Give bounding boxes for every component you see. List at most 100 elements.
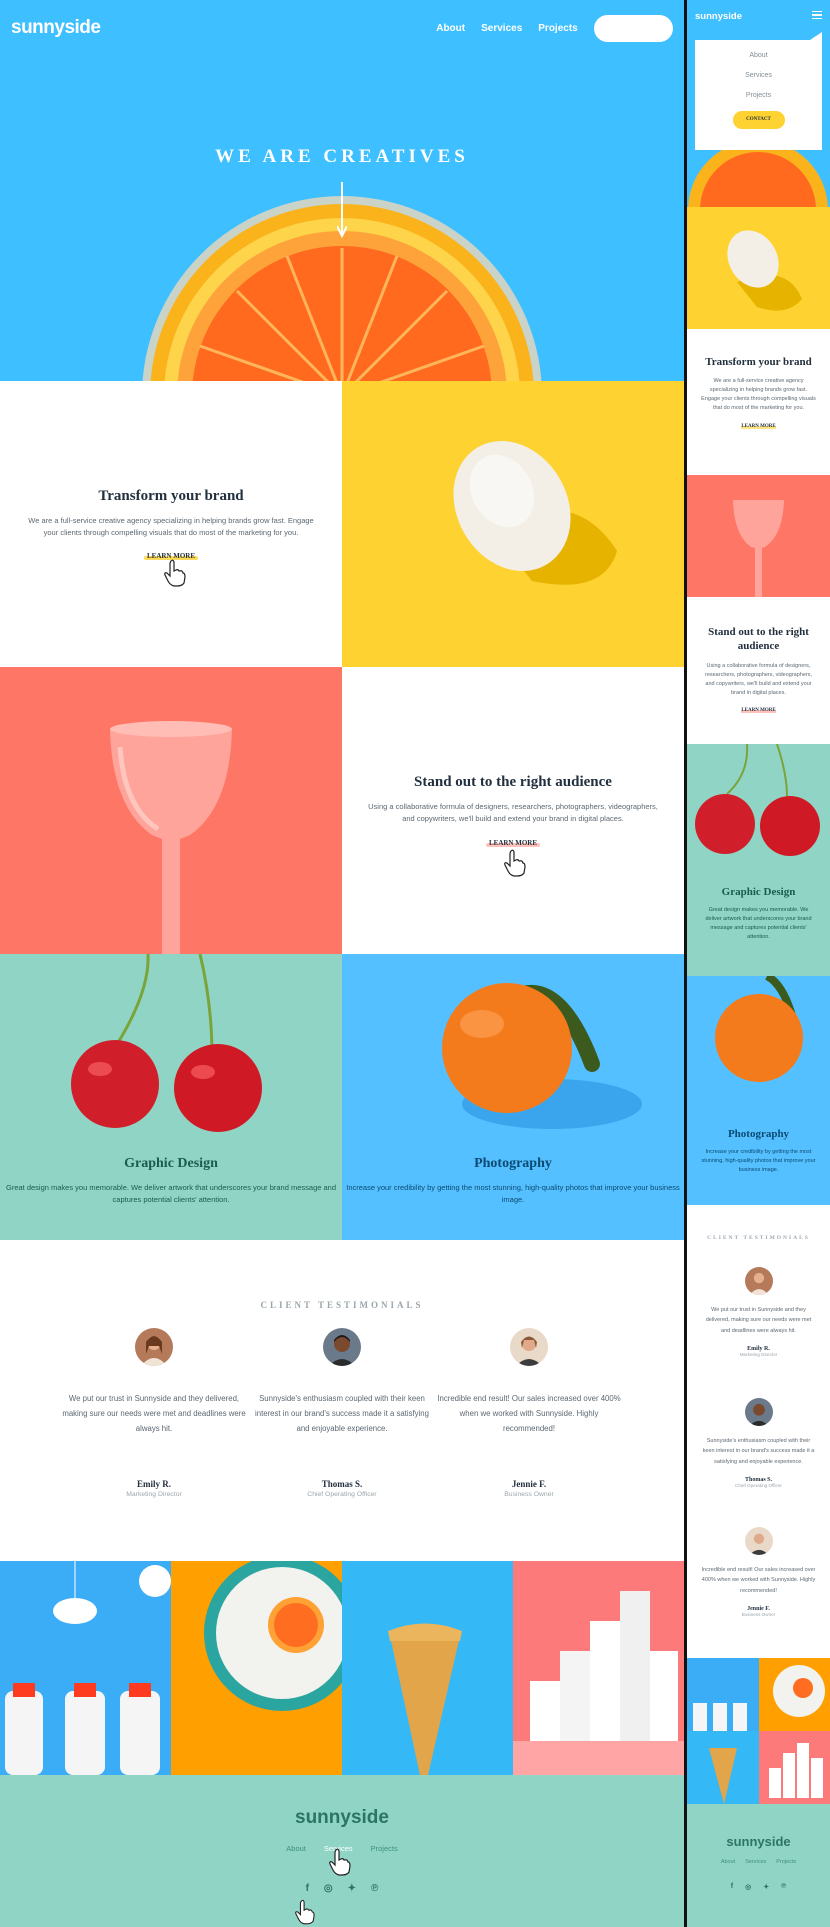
hand-cursor-icon [329,1848,351,1876]
footer-link-about[interactable]: About [721,1859,735,1865]
arrow-down-icon[interactable] [337,182,347,238]
hand-cursor-icon [164,559,186,587]
graphic-design-text: Great design makes you memorable. We del… [705,907,812,941]
mobile-hero: sunnyside About Services Projects CONTAC… [687,0,830,207]
nav-link-about[interactable]: About [436,23,465,34]
graphic-design-text: Great design makes you memorable. We del… [5,1183,337,1204]
testimonial-card: Incredible end result! Our sales increas… [687,1527,830,1617]
graphic-design-title: Graphic Design [721,886,796,898]
mobile-graphic-design-section: Graphic Design Great design makes you me… [687,744,830,976]
gallery-sugar-cubes [513,1561,684,1775]
gallery-orange-plate [171,1555,360,1775]
mobile-menu-projects[interactable]: Projects [695,92,822,99]
graphic-design-title: Graphic Design [124,1156,218,1171]
testimonial-role: Marketing Director [126,1491,182,1498]
gallery-milk-bottles [0,1561,171,1775]
learn-more-label: LEARN MORE [488,838,538,847]
hand-cursor-icon [295,1899,315,1925]
egg-image [687,207,830,329]
mobile-standout-section: Stand out to the right audience Using a … [687,597,830,744]
avatar [744,1527,773,1555]
desktop-view: sunnyside About Services Projects CONTAC… [0,0,684,1927]
glass-image [0,667,342,954]
testimonial-card: Sunnyside's enthusiasm coupled with thei… [250,1328,434,1498]
nav-link-projects[interactable]: Projects [538,23,577,34]
footer-link-projects[interactable]: Projects [371,1844,398,1853]
footer-link-projects[interactable]: Projects [776,1859,796,1865]
mobile-transform-section: Transform your brand We are a full-servi… [687,329,830,475]
standout-title: Stand out to the right audience [414,774,612,791]
testimonial-quote: We put our trust in Sunnyside and they d… [705,1307,812,1334]
mobile-contact-button[interactable]: CONTACT [732,111,785,129]
photography-text: Increase your credibility by getting the… [346,1183,680,1204]
photography-text: Increase your credibility by getting the… [701,1149,816,1174]
avatar [744,1398,773,1426]
mobile-logo[interactable]: sunnyside [695,11,742,22]
testimonial-quote: Sunnyside's enthusiasm coupled with thei… [255,1394,429,1433]
testimonial-role: Marketing Director [739,1352,778,1358]
photography-section: Photography Increase your credibility by… [342,954,684,1240]
standout-learn-more-link[interactable]: LEARN MORE [485,838,541,847]
transform-text: We are a full-service creative agency sp… [28,515,314,537]
mobile-menu-services[interactable]: Services [695,72,822,79]
photography-title: Photography [727,1128,790,1140]
testimonial-card: Sunnyside's enthusiasm coupled with thei… [687,1398,830,1488]
orange-slice-image [688,140,828,207]
instagram-icon[interactable]: ◎ [745,1883,751,1891]
standout-title: Stand out to the right audience [708,626,809,653]
mobile-menu-about[interactable]: About [695,52,822,59]
testimonials-label: CLIENT TESTIMONIALS [707,1235,810,1241]
testimonial-quote: We put our trust in Sunnyside and they d… [62,1394,246,1433]
testimonial-name: Thomas S. [321,1479,363,1489]
hero-section: sunnyside About Services Projects CONTAC… [0,0,684,381]
testimonial-role: Business Owner [741,1612,776,1618]
pinterest-icon[interactable]: ℗ [371,1883,378,1894]
footer: sunnyside About Services Projects f ◎ ✦ … [0,1775,684,1927]
standout-learn-more-link[interactable]: LEARN MORE [741,708,775,713]
mobile-testimonials: CLIENT TESTIMONIALS We put our trust in … [687,1205,830,1658]
testimonial-quote: Incredible end result! Our sales increas… [701,1567,816,1594]
hero-title: WE ARE CREATIVES [215,146,469,167]
transform-title: Transform your brand [705,356,812,368]
logo[interactable]: sunnyside [11,17,101,39]
standout-section: Stand out to the right audience Using a … [342,667,684,954]
transform-text: We are a full-service creative agency sp… [701,378,816,412]
photography-title: Photography [474,1156,552,1171]
footer-link-about[interactable]: About [286,1844,306,1853]
testimonial-role: Business Owner [504,1491,554,1498]
testimonials-section: CLIENT TESTIMONIALS We put our trust in … [0,1240,684,1561]
twitter-icon[interactable]: ✦ [763,1883,769,1891]
mobile-gallery [687,1658,830,1804]
standout-text: Using a collaborative formula of designe… [704,662,812,696]
mobile-footer: sunnyside About Services Projects f ◎ ✦ … [687,1804,830,1927]
hamburger-menu-icon[interactable] [812,11,822,21]
testimonial-name: Jennie F. [511,1479,547,1489]
testimonials-label: CLIENT TESTIMONIALS [260,1300,424,1310]
instagram-icon[interactable]: ◎ [324,1883,333,1894]
testimonial-quote: Sunnyside's enthusiasm coupled with thei… [702,1438,815,1465]
mobile-dropdown-menu: About Services Projects CONTACT [695,32,822,150]
nav-link-services[interactable]: Services [481,23,522,34]
standout-text: Using a collaborative formula of designe… [368,802,658,823]
facebook-icon[interactable]: f [731,1883,733,1891]
testimonial-card: We put our trust in Sunnyside and they d… [687,1267,830,1357]
egg-image [342,381,684,667]
avatar [323,1328,361,1366]
footer-logo[interactable]: sunnyside [0,1807,684,1829]
pinterest-icon[interactable]: ℗ [781,1883,786,1891]
testimonial-role: Chief Operating Officer [307,1491,377,1498]
gallery [0,1555,684,1775]
facebook-icon[interactable]: f [306,1883,309,1894]
mobile-photography-section: Photography Increase your credibility by… [687,976,830,1205]
twitter-icon[interactable]: ✦ [348,1883,356,1894]
transform-brand-section: Transform your brand We are a full-servi… [0,381,342,667]
gallery-ice-cream-cone [342,1561,513,1775]
footer-logo[interactable]: sunnyside [687,1834,830,1849]
transform-learn-more-link[interactable]: LEARN MORE [741,424,775,429]
contact-button[interactable]: CONTACT [593,14,673,42]
avatar [510,1328,548,1366]
glass-image [687,475,830,597]
testimonial-name: Emily R. [136,1479,171,1489]
graphic-design-section: Graphic Design Great design makes you me… [0,954,342,1240]
footer-link-services[interactable]: Services [745,1859,766,1865]
